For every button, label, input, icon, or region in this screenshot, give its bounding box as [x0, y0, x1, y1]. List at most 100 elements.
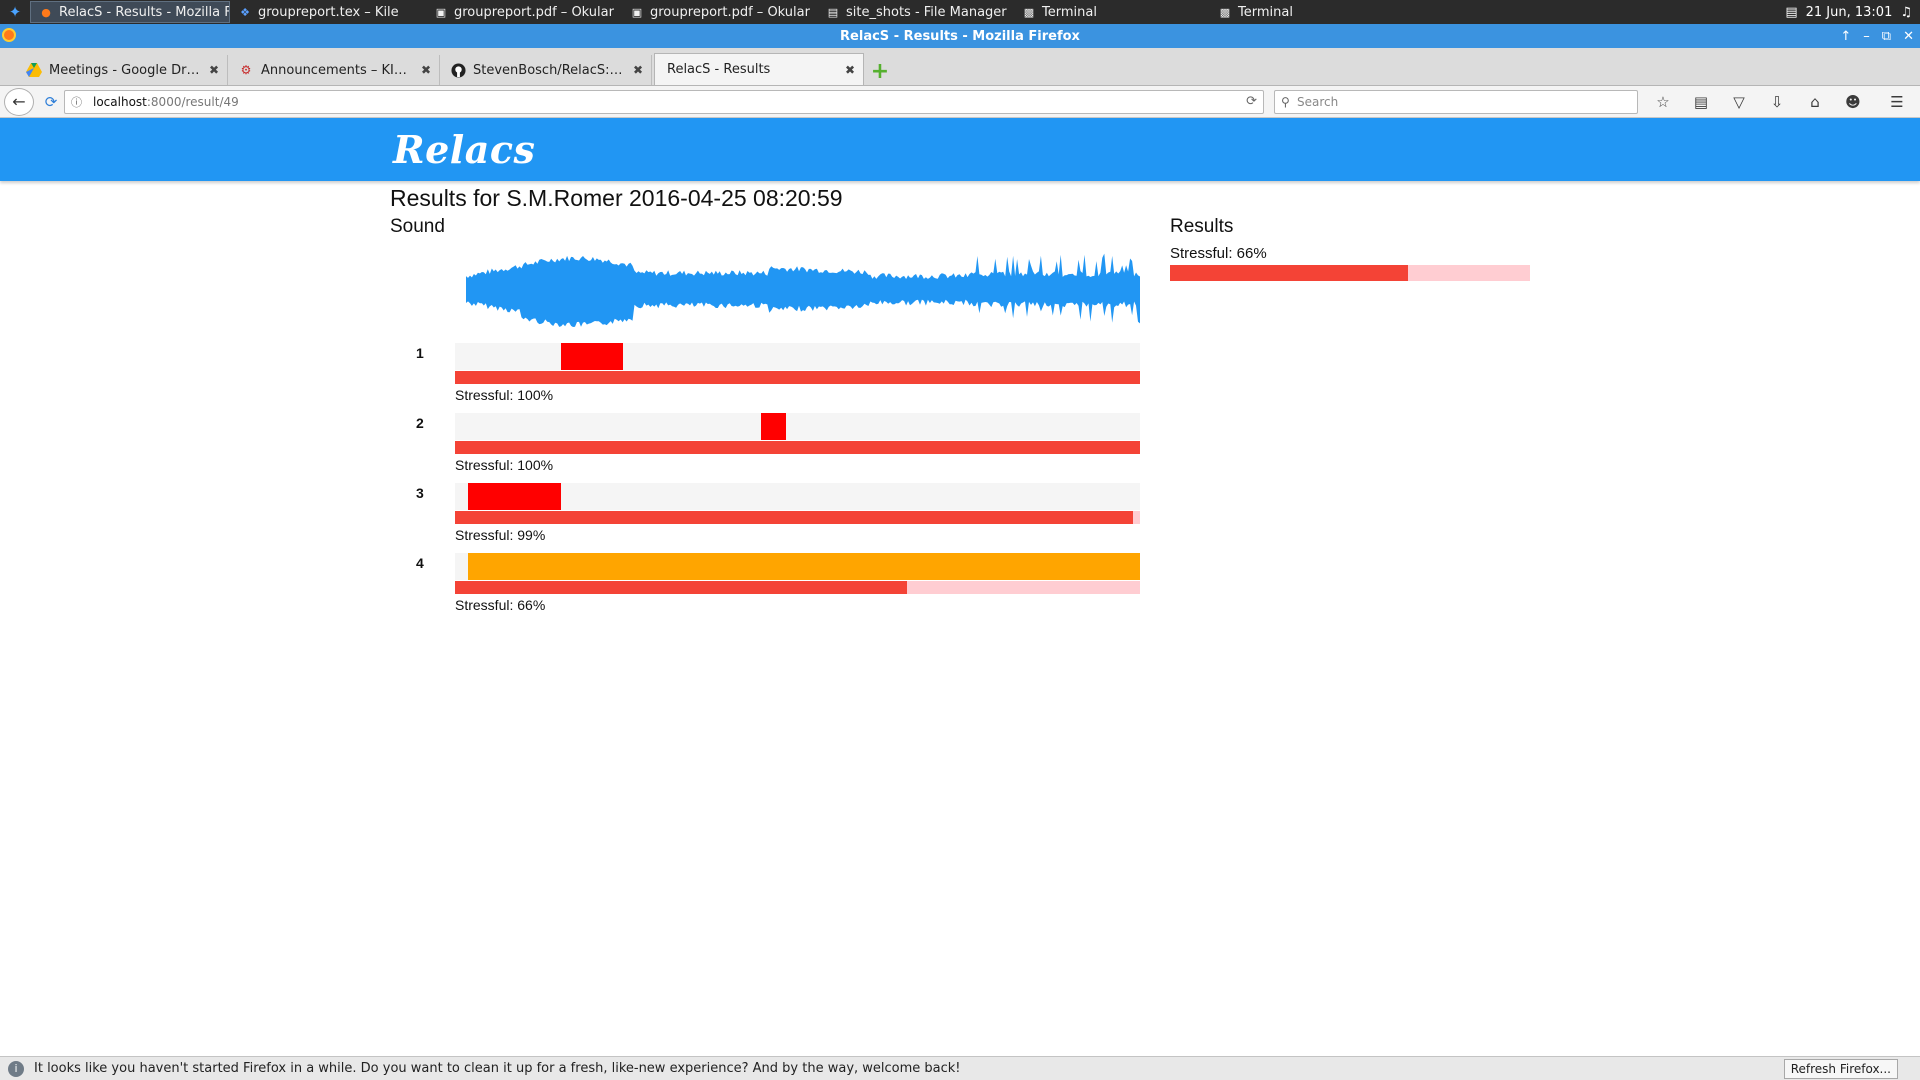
- taskbar-item-kile[interactable]: ❖ groupreport.tex – Kile: [230, 1, 426, 23]
- stress-bar: [455, 581, 1140, 594]
- speaker-timeline[interactable]: [455, 343, 1140, 370]
- taskbar-item-label: site_shots - File Manager: [846, 4, 1007, 20]
- speaker-number: 4: [416, 555, 424, 571]
- app-logo[interactable]: Relacs: [393, 127, 535, 172]
- window-title: RelacS - Results - Mozilla Firefox: [840, 28, 1080, 44]
- network-icon[interactable]: ▤: [1785, 5, 1797, 20]
- waveform-path: [466, 253, 1140, 327]
- close-tab-icon[interactable]: ✖: [421, 63, 431, 77]
- page-content: Relacs Results for S.M.Romer 2016-04-25 …: [0, 118, 1920, 1056]
- speech-segment[interactable]: [561, 343, 623, 370]
- bookmarks-list-icon[interactable]: ▤: [1682, 90, 1720, 114]
- taskbar-item-label: RelacS - Results - Mozilla Fi...: [59, 4, 230, 20]
- speaker-timeline[interactable]: [455, 553, 1140, 580]
- url-path: :8000/result/49: [146, 94, 239, 109]
- tab-bar: Meetings - Google Drive ✖ ⚙ Announcement…: [0, 48, 1920, 86]
- stress-fill: [455, 581, 908, 594]
- speaker-row: 1 Stressful: 100%: [390, 343, 1140, 407]
- taskbar-item-okular-2[interactable]: ▣ groupreport.pdf – Okular: [622, 1, 818, 23]
- tab-relacs-results[interactable]: RelacS - Results ✖: [654, 53, 864, 85]
- speaker-timeline[interactable]: [455, 413, 1140, 440]
- url-bar[interactable]: ⓘ localhost:8000/result/49 ⟳: [64, 89, 1264, 114]
- info-icon[interactable]: ⓘ: [71, 94, 85, 110]
- stress-fill: [455, 371, 1140, 384]
- tab-github[interactable]: StevenBosch/RelacS: So... ✖: [442, 55, 652, 85]
- stress-label: Stressful: 66%: [455, 597, 546, 613]
- maximize-icon[interactable]: ⧉: [1882, 29, 1891, 44]
- stress-label: Stressful: 99%: [455, 527, 546, 543]
- overall-stress-bar: [1170, 265, 1530, 281]
- refresh-firefox-button[interactable]: Refresh Firefox...: [1783, 1058, 1898, 1079]
- taskbar-item-terminal-1[interactable]: ▩ Terminal: [1014, 1, 1210, 23]
- url-reload-icon[interactable]: ⟳: [1246, 94, 1257, 109]
- results-heading: Results: [1170, 216, 1234, 237]
- stress-bar: [455, 511, 1140, 524]
- sound-waveform[interactable]: [466, 248, 1140, 338]
- taskbar-item-terminal-2[interactable]: ▩ Terminal: [1210, 1, 1406, 23]
- terminal-icon: ▩: [1023, 5, 1035, 19]
- search-placeholder: Search: [1297, 94, 1339, 109]
- stress-label: Stressful: 100%: [455, 457, 554, 473]
- tab-label: RelacS - Results: [667, 62, 771, 77]
- taskbar-item-file-manager[interactable]: ▤ site_shots - File Manager: [818, 1, 1014, 23]
- google-drive-icon: [26, 62, 42, 78]
- search-input[interactable]: ⚲ Search: [1274, 89, 1638, 114]
- overall-stress-label: Stressful: 66%: [1170, 245, 1267, 262]
- clock[interactable]: 21 Jun, 13:01: [1806, 5, 1893, 20]
- speaker-row: 3 Stressful: 99%: [390, 483, 1140, 547]
- stress-bar: [455, 371, 1140, 384]
- taskbar-item-label: Terminal: [1238, 4, 1293, 20]
- sound-heading: Sound: [390, 216, 445, 237]
- site-icon: ⚙: [240, 63, 252, 77]
- url-host: localhost: [93, 94, 147, 109]
- search-icon: ⚲: [1281, 94, 1290, 109]
- taskbar-item-label: groupreport.pdf – Okular: [454, 4, 614, 20]
- download-icon[interactable]: ⇩: [1758, 90, 1796, 114]
- bookmark-star-icon[interactable]: ☆: [1644, 90, 1682, 114]
- tab-google-drive[interactable]: Meetings - Google Drive ✖: [18, 55, 228, 85]
- speech-segment[interactable]: [761, 413, 786, 440]
- minimize-icon[interactable]: –: [1863, 29, 1870, 44]
- terminal-icon: ▩: [1219, 5, 1231, 19]
- kile-icon: ❖: [240, 5, 250, 19]
- system-tray: ▤ 21 Jun, 13:01 ♫: [1785, 5, 1920, 20]
- okular-icon: ▣: [631, 5, 643, 19]
- github-icon: [450, 62, 466, 78]
- notification-text: It looks like you haven't started Firefo…: [34, 1061, 961, 1076]
- close-tab-icon[interactable]: ✖: [209, 63, 219, 77]
- tab-label: Announcements – KIM....: [261, 62, 414, 78]
- taskbar-item-label: Terminal: [1042, 4, 1097, 20]
- close-tab-icon[interactable]: ✖: [845, 63, 855, 77]
- info-icon: i: [8, 1060, 24, 1077]
- chat-icon[interactable]: ☻: [1834, 90, 1872, 114]
- stress-label: Stressful: 100%: [455, 387, 554, 403]
- overall-stress-fill: [1170, 265, 1408, 281]
- back-button[interactable]: ←: [4, 87, 34, 116]
- notification-bar: i It looks like you haven't started Fire…: [0, 1056, 1920, 1080]
- new-tab-button[interactable]: +: [866, 57, 894, 85]
- speaker-row: 4 Stressful: 66%: [390, 553, 1140, 617]
- volume-icon[interactable]: ♫: [1900, 5, 1912, 20]
- stress-bar: [455, 441, 1140, 454]
- stress-fill: [455, 511, 1134, 524]
- firefox-icon[interactable]: [2, 28, 16, 42]
- close-icon[interactable]: ✕: [1903, 29, 1914, 44]
- menu-icon[interactable]: ☰: [1878, 90, 1916, 114]
- start-menu-icon[interactable]: ✦: [0, 0, 30, 24]
- folder-icon: ▤: [827, 5, 839, 19]
- taskbar-item-okular-1[interactable]: ▣ groupreport.pdf – Okular: [426, 1, 622, 23]
- speech-segment[interactable]: [468, 483, 562, 510]
- pocket-icon[interactable]: ▽: [1720, 90, 1758, 114]
- taskbar-item-label: groupreport.tex – Kile: [258, 4, 399, 20]
- reload-icon[interactable]: ⟳: [40, 91, 62, 113]
- tab-label: Meetings - Google Drive: [49, 62, 202, 78]
- speech-segment[interactable]: [468, 553, 1140, 580]
- firefox-icon: ●: [41, 5, 51, 19]
- home-icon[interactable]: ⌂: [1796, 90, 1834, 114]
- stress-fill: [455, 441, 1140, 454]
- taskbar-item-firefox[interactable]: ● RelacS - Results - Mozilla Fi...: [30, 1, 230, 23]
- keep-above-icon[interactable]: ↑: [1840, 29, 1851, 44]
- speaker-timeline[interactable]: [455, 483, 1140, 510]
- close-tab-icon[interactable]: ✖: [633, 63, 643, 77]
- tab-announcements[interactable]: ⚙ Announcements – KIM.... ✖: [230, 55, 440, 85]
